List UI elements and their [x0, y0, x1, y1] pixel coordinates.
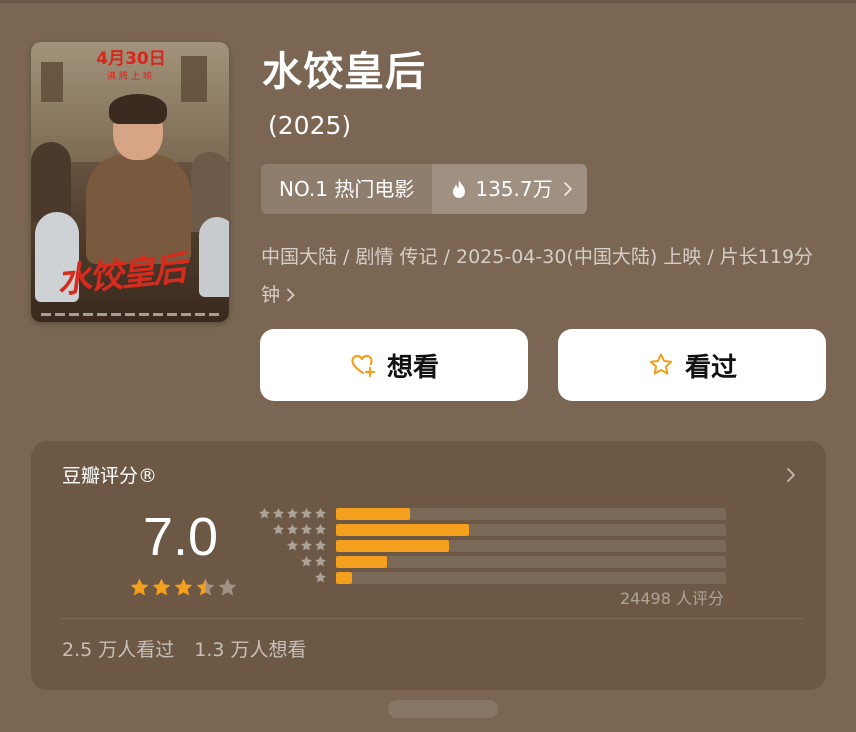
star-icon	[286, 507, 299, 519]
rating-count: 24498 人评分	[620, 589, 724, 608]
distribution-bar	[336, 540, 450, 552]
want-to-watch-button[interactable]: 想看	[260, 329, 528, 401]
rating-card[interactable]: 豆瓣评分® 7.0 24498 人评分 2.5 万人看过 1.3 万人想看	[31, 441, 826, 690]
row-stars	[313, 571, 327, 584]
row-stars	[299, 555, 327, 568]
top-border	[0, 0, 856, 3]
poster-credits	[41, 313, 219, 316]
distribution-track	[336, 524, 726, 536]
star-icon	[130, 578, 149, 596]
want-label: 想看	[386, 352, 439, 383]
flame-icon	[453, 180, 466, 198]
distribution-bar	[336, 524, 469, 536]
poster-release-sub: 沸腾上映	[106, 72, 155, 82]
movie-meta-info[interactable]: 中国大陆 / 剧情 传记 / 2025-04-30(中国大陆) 上映 / 片长1…	[261, 238, 821, 314]
chevron-right-icon	[287, 288, 295, 302]
poster-figure-main-hair	[109, 94, 167, 124]
star-icon	[300, 507, 313, 519]
distribution-bar	[336, 556, 387, 568]
star-icon	[314, 539, 327, 551]
star-icon	[218, 578, 237, 596]
distribution-track	[336, 540, 726, 552]
watched-count[interactable]: 2.5 万人看过	[62, 637, 174, 663]
audience-stats: 2.5 万人看过 1.3 万人想看	[62, 637, 307, 663]
distribution-bar	[336, 508, 411, 520]
poster-shop-sign	[181, 56, 207, 102]
heat-value: 135.7万	[475, 177, 553, 201]
distribution-track	[336, 572, 726, 584]
distribution-row	[255, 571, 727, 585]
rating-header: 豆瓣评分®	[62, 465, 158, 487]
distribution-track	[336, 556, 726, 568]
star-icon	[314, 555, 327, 567]
seen-label: 看过	[684, 352, 737, 383]
row-stars	[285, 539, 327, 552]
rating-stars	[129, 577, 239, 598]
star-icon	[174, 578, 193, 596]
star-icon	[258, 507, 271, 519]
want-count[interactable]: 1.3 万人想看	[194, 637, 306, 663]
movie-poster[interactable]: 4月30日 沸腾上映 水饺皇后	[31, 42, 229, 322]
row-stars	[271, 523, 327, 536]
star-icon	[300, 539, 313, 551]
star-icon	[152, 578, 171, 596]
poster-shop-sign	[41, 62, 63, 102]
distribution-track	[336, 508, 726, 520]
poster-release-date: 4月30日	[96, 49, 166, 69]
star-icon	[649, 353, 673, 375]
row-stars	[257, 507, 327, 520]
watched-button[interactable]: 看过	[558, 329, 826, 401]
star-icon	[314, 571, 327, 583]
ranking-pill[interactable]: NO.1 热门电影 135.7万	[261, 164, 587, 214]
star-icon	[300, 523, 313, 535]
movie-title: 水饺皇后	[262, 49, 426, 95]
distribution-row	[255, 507, 727, 521]
distribution-row	[255, 523, 727, 537]
star-icon	[272, 523, 285, 535]
star-icon	[314, 507, 327, 519]
star-icon	[286, 523, 299, 535]
rank-label[interactable]: NO.1 热门电影	[261, 164, 433, 214]
heart-plus-icon	[351, 354, 376, 378]
movie-year: (2025)	[268, 111, 352, 140]
distribution-row	[255, 555, 727, 569]
star-icon	[300, 555, 313, 567]
poster-figure-main-body	[86, 154, 191, 264]
distribution-bar	[336, 572, 352, 584]
poster-figure	[31, 142, 71, 222]
divider	[61, 618, 803, 619]
star-icon	[286, 539, 299, 551]
chevron-right-icon	[563, 182, 572, 196]
meta-text: 中国大陆 / 剧情 传记 / 2025-04-30(中国大陆) 上映 / 片长1…	[261, 246, 814, 306]
star-icon	[314, 523, 327, 535]
rating-score: 7.0	[143, 507, 219, 567]
star-icon	[272, 507, 285, 519]
star-icon	[196, 578, 215, 596]
chevron-right-icon[interactable]	[786, 467, 796, 483]
distribution-row	[255, 539, 727, 553]
heat-index[interactable]: 135.7万	[432, 164, 587, 214]
watermark	[388, 700, 498, 718]
